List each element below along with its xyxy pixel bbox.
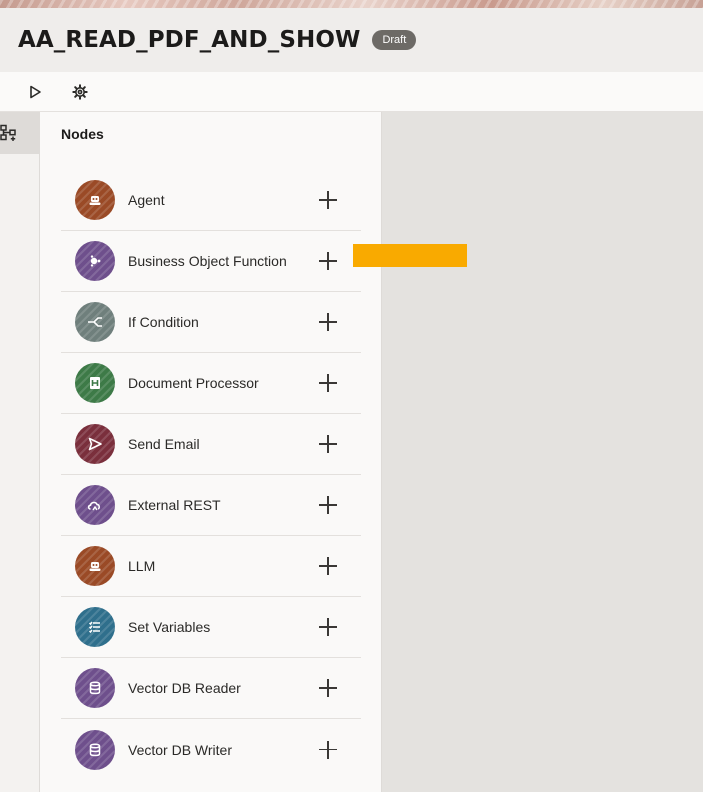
- app-window: AA_READ_PDF_AND_SHOW Draft Nodes Agent B…: [0, 0, 703, 792]
- function-icon: [75, 241, 115, 281]
- database-write-icon: [75, 729, 115, 770]
- node-list: Agent Business Object Function If Condit…: [61, 170, 361, 780]
- add-node-button[interactable]: [318, 740, 338, 760]
- nodes-rail-button[interactable]: [0, 112, 40, 154]
- node-item-llm[interactable]: LLM: [61, 536, 361, 597]
- add-node-button[interactable]: [318, 617, 338, 637]
- hierarchy-add-icon: [0, 124, 16, 141]
- node-item-send-email[interactable]: Send Email: [61, 414, 361, 475]
- play-icon: [30, 85, 41, 98]
- node-item-external-rest[interactable]: External REST: [61, 475, 361, 536]
- add-node-button[interactable]: [318, 312, 338, 332]
- panel-title: Nodes: [61, 126, 104, 142]
- status-badge: Draft: [372, 30, 417, 50]
- node-item-vector-db-reader[interactable]: Vector DB Reader: [61, 658, 361, 719]
- decorative-banner-strip: [0, 0, 703, 8]
- branch-icon: [75, 302, 115, 342]
- add-node-button[interactable]: [318, 373, 338, 393]
- node-item-agent[interactable]: Agent: [61, 170, 361, 231]
- add-node-button[interactable]: [318, 678, 338, 698]
- flow-canvas[interactable]: [382, 112, 703, 792]
- nodes-panel: Nodes Agent Business Object Function If …: [40, 112, 382, 792]
- page-title: AA_READ_PDF_AND_SHOW: [18, 27, 361, 53]
- node-item-document-processor[interactable]: Document Processor: [61, 353, 361, 414]
- settings-button[interactable]: [69, 81, 91, 103]
- send-icon: [75, 424, 115, 464]
- agent-icon: [75, 180, 115, 220]
- gear-icon: [72, 83, 88, 100]
- add-node-button[interactable]: [318, 190, 338, 210]
- page-header: AA_READ_PDF_AND_SHOW Draft: [0, 8, 703, 72]
- node-item-vector-db-writer[interactable]: Vector DB Writer: [61, 719, 361, 780]
- toolbar: [0, 72, 703, 112]
- node-item-set-variables[interactable]: Set Variables: [61, 597, 361, 658]
- variables-list-icon: [75, 607, 115, 647]
- database-read-icon: [75, 668, 115, 708]
- run-button[interactable]: [24, 81, 46, 103]
- add-node-button[interactable]: [318, 556, 338, 576]
- add-node-button[interactable]: [318, 495, 338, 515]
- node-item-business-object-function[interactable]: Business Object Function: [61, 231, 361, 292]
- highlight-marker: [353, 244, 467, 267]
- cloud-rest-icon: [75, 485, 115, 525]
- document-processor-icon: [75, 363, 115, 403]
- node-item-if-condition[interactable]: If Condition: [61, 292, 361, 353]
- llm-icon: [75, 546, 115, 586]
- add-node-button[interactable]: [318, 434, 338, 454]
- left-rail: [0, 112, 40, 792]
- add-node-button[interactable]: [318, 251, 338, 271]
